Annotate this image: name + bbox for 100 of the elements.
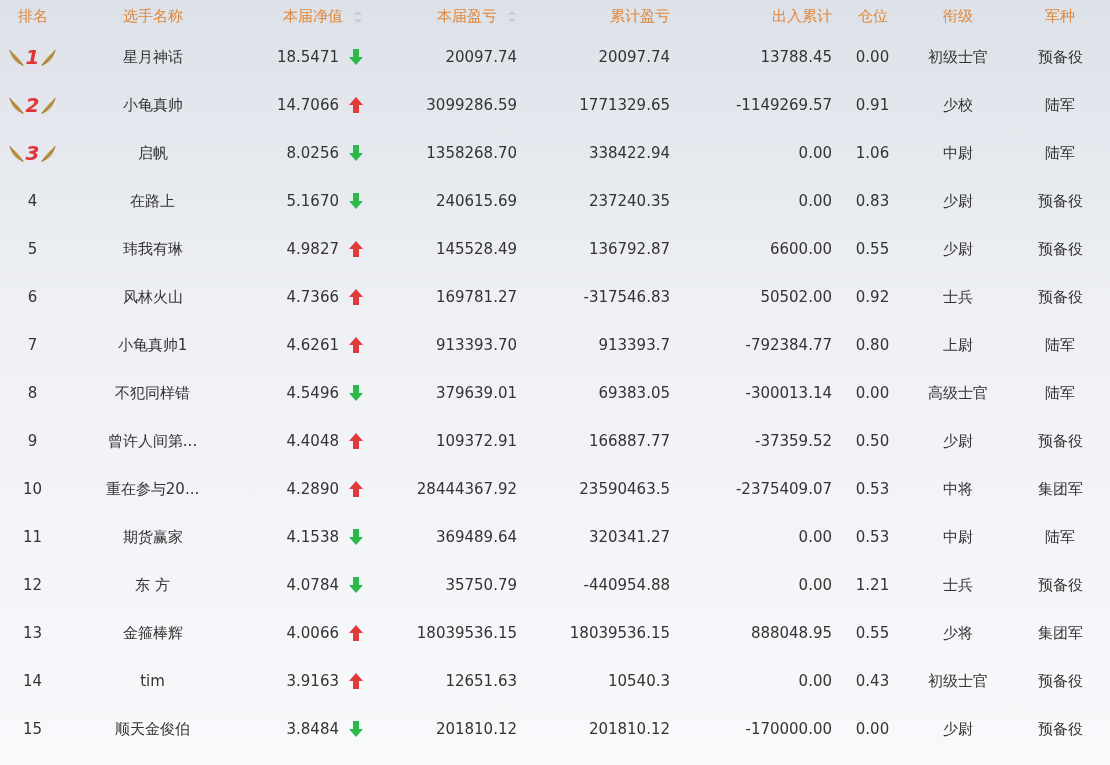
military-branch: 预备役	[1037, 671, 1083, 691]
total-profit-value: 338422.94	[588, 144, 670, 162]
military-rank: 中尉	[942, 527, 973, 547]
player-name: 顺天金俊伯	[115, 719, 190, 739]
column-header: 仓位	[857, 7, 888, 26]
military-rank: 少校	[942, 95, 973, 115]
rank-number: 3	[25, 141, 40, 165]
military-branch: 预备役	[1037, 575, 1083, 595]
military-branch: 陆军	[1045, 95, 1075, 115]
military-rank: 士兵	[942, 575, 973, 595]
net-value: 4.6261	[286, 336, 339, 354]
profit-value: 12651.63	[445, 672, 517, 690]
rank-number: 12	[22, 576, 43, 594]
profit-value: 20097.74	[445, 48, 517, 66]
column-header: 选手名称	[122, 7, 183, 26]
position-value: 1.06	[855, 144, 890, 162]
military-branch: 集团军	[1037, 623, 1083, 643]
flow-total-value: -170000.00	[745, 720, 832, 738]
player-name: tim	[140, 672, 165, 690]
net-value: 4.1538	[286, 528, 339, 546]
military-branch: 预备役	[1037, 47, 1083, 67]
position-value: 1.21	[855, 576, 890, 594]
position-value: 0.55	[855, 624, 890, 642]
player-name: 玮我有琳	[122, 239, 183, 259]
total-profit-value: -317546.83	[583, 288, 670, 306]
position-value: 0.00	[855, 384, 890, 402]
position-value: 0.53	[855, 528, 890, 546]
total-profit-value: 237240.35	[588, 192, 670, 210]
rank-number: 11	[22, 528, 43, 546]
military-rank: 少将	[942, 623, 973, 643]
rank-number: 5	[27, 240, 38, 258]
military-branch: 预备役	[1037, 239, 1083, 259]
position-value: 0.00	[855, 720, 890, 738]
player-name: 在路上	[130, 191, 175, 211]
column-header[interactable]: 本届盈亏	[437, 7, 517, 26]
military-rank: 少尉	[942, 719, 973, 739]
position-value: 0.92	[855, 288, 890, 306]
military-branch: 陆军	[1045, 383, 1075, 403]
military-branch: 陆军	[1045, 335, 1075, 355]
rank-number: 10	[22, 480, 43, 498]
profit-value: 1358268.70	[426, 144, 517, 162]
rank-number: 6	[27, 288, 38, 306]
column-header: 衔级	[942, 7, 973, 26]
total-profit-value: 1771329.65	[579, 96, 670, 114]
player-name: 星月神话	[122, 47, 183, 67]
flow-total-value: -300013.14	[745, 384, 832, 402]
flow-total-value: 888048.95	[750, 624, 832, 642]
rank-number: 4	[27, 192, 38, 210]
rank-number: 1	[25, 45, 40, 69]
net-value: 3.8484	[286, 720, 339, 738]
total-profit-value: 913393.7	[598, 336, 670, 354]
profit-value: 240615.69	[435, 192, 517, 210]
flow-total-value: 0.00	[798, 192, 832, 210]
total-profit-value: 201810.12	[588, 720, 670, 738]
rank-number: 13	[22, 624, 43, 642]
total-profit-value: 23590463.5	[579, 480, 670, 498]
player-name: 重在参与20...	[105, 479, 200, 499]
military-branch: 陆军	[1045, 527, 1075, 547]
profit-value: 109372.91	[435, 432, 517, 450]
column-header[interactable]: 本届净值	[283, 7, 363, 26]
column-header: 军种	[1045, 7, 1075, 26]
net-value: 4.4048	[286, 432, 339, 450]
profit-value: 169781.27	[435, 288, 517, 306]
player-name: 风林火山	[122, 287, 183, 307]
flow-total-value: 0.00	[798, 576, 832, 594]
position-value: 0.80	[855, 336, 890, 354]
military-branch: 预备役	[1037, 191, 1083, 211]
flow-total-value: 0.00	[798, 528, 832, 546]
military-rank: 少尉	[942, 431, 973, 451]
military-branch: 预备役	[1037, 431, 1083, 451]
military-branch: 陆军	[1045, 143, 1075, 163]
position-value: 0.55	[855, 240, 890, 258]
net-value: 14.7066	[276, 96, 339, 114]
net-value: 4.7366	[286, 288, 339, 306]
total-profit-value: 320341.27	[588, 528, 670, 546]
military-branch: 预备役	[1037, 287, 1083, 307]
rank-number: 14	[22, 672, 43, 690]
player-name: 东 方	[135, 575, 170, 595]
column-header: 累计盈亏	[610, 7, 670, 26]
profit-value: 28444367.92	[416, 480, 517, 498]
net-value: 5.1670	[286, 192, 339, 210]
net-value: 4.0066	[286, 624, 339, 642]
rank-number: 9	[27, 432, 38, 450]
rank-number: 7	[27, 336, 38, 354]
player-name: 期货赢家	[122, 527, 183, 547]
position-value: 0.53	[855, 480, 890, 498]
military-branch: 预备役	[1037, 719, 1083, 739]
profit-value: 913393.70	[435, 336, 517, 354]
position-value: 0.83	[855, 192, 890, 210]
military-rank: 少尉	[942, 239, 973, 259]
military-rank: 中尉	[942, 143, 973, 163]
profit-value: 35750.79	[445, 576, 517, 594]
player-name: 不犯同样错	[115, 383, 190, 403]
flow-total-value: -792384.77	[745, 336, 832, 354]
total-profit-value: 10540.3	[607, 672, 670, 690]
profit-value: 369489.64	[435, 528, 517, 546]
column-header: 出入累计	[772, 7, 832, 26]
net-value: 4.5496	[286, 384, 339, 402]
net-value: 4.9827	[286, 240, 339, 258]
player-name: 小龟真帅	[122, 95, 183, 115]
